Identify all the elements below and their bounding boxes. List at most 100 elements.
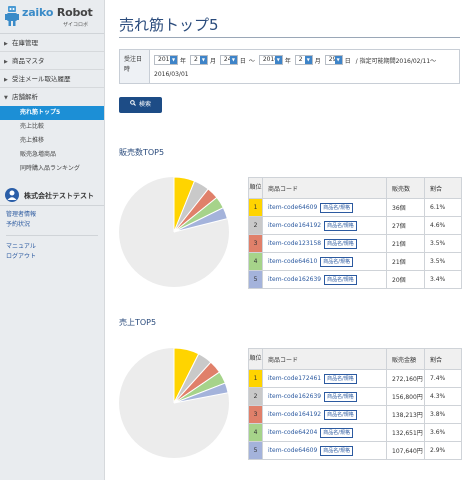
- sales-top5-title: 売上TOP5: [119, 318, 157, 327]
- from-day-select[interactable]: 24 ▼: [219, 55, 238, 65]
- value-cell: 132,651円: [386, 423, 425, 442]
- item-code-cell: item-code64610 商品名/規格: [262, 252, 387, 271]
- item-code-link[interactable]: item-code164192: [268, 222, 321, 229]
- percentage-cell: 3.5%: [424, 252, 462, 271]
- item-code-link[interactable]: item-code64609: [268, 204, 317, 211]
- product-name-spec-button[interactable]: 商品名/規格: [320, 445, 353, 456]
- item-code-link[interactable]: item-code64609: [268, 447, 317, 454]
- logo[interactable]: zaiko Robot ザイコロボ: [0, 0, 104, 33]
- company-block: 株式会社テストテスト: [0, 184, 104, 206]
- value-cell: 27個: [386, 216, 425, 235]
- chevron-right-icon: ▶: [4, 77, 8, 83]
- sidebar-item-product-master[interactable]: ▶ 商品マスタ: [0, 52, 104, 70]
- from-month-select[interactable]: 2 ▼: [189, 55, 208, 65]
- item-code-link[interactable]: item-code172461: [268, 375, 321, 382]
- chevron-right-icon: ▶: [4, 41, 8, 47]
- table-header-row: 順位 商品コード 販売数 割合: [248, 177, 462, 199]
- percentage-cell: 2.9%: [424, 441, 462, 460]
- sidebar-item-inventory[interactable]: ▶ 在庫管理: [0, 34, 104, 52]
- value-cell: 138,213円: [386, 405, 425, 424]
- from-year-select[interactable]: 2016 ▼: [154, 55, 178, 65]
- sidebar-submenu: 売れ筋トップ5 売上比較 売上推移 販売急増商品 同時購入品ランキング: [0, 106, 104, 176]
- rank-cell: 5: [248, 270, 263, 289]
- manual-link[interactable]: マニュアル: [6, 242, 98, 252]
- to-year-select[interactable]: 2016 ▼: [258, 55, 283, 65]
- value-header: 販売数: [386, 177, 425, 199]
- item-code-cell: item-code64204 商品名/規格: [262, 423, 387, 442]
- main-content: 売れ筋トップ5 受注日時 2016 ▼ 年 2 ▼ 月 24 ▼ 日～ 2016 ▼ 年 2 ▼ 月…: [105, 0, 468, 480]
- rank-cell: 5: [248, 441, 263, 460]
- product-name-spec-button[interactable]: 商品名/規格: [324, 220, 357, 231]
- sales-pie-chart: [119, 348, 229, 458]
- item-code-link[interactable]: item-code64204: [268, 429, 317, 436]
- item-code-link[interactable]: item-code162639: [268, 276, 321, 283]
- table-row: 2 item-code164192 商品名/規格 27個 4.6%: [248, 216, 462, 235]
- chevron-down-icon: ▼: [4, 95, 8, 101]
- rank-cell: 3: [248, 234, 263, 253]
- sidebar-nav: ▶ 在庫管理 ▶ 商品マスタ ▶ 受注メール取込履歴 ▼ 店舗解析 売れ筋トップ5 売上…: [0, 33, 104, 176]
- product-name-spec-button[interactable]: 商品名/規格: [324, 409, 357, 420]
- robot-logo-icon: [5, 6, 19, 26]
- item-code-cell: item-code123158 商品名/規格: [262, 234, 387, 253]
- logout-link[interactable]: ログアウト: [6, 252, 98, 262]
- value-cell: 21個: [386, 252, 425, 271]
- product-name-spec-button[interactable]: 商品名/規格: [324, 373, 357, 384]
- rank-cell: 4: [248, 252, 263, 271]
- item-code-link[interactable]: item-code164192: [268, 411, 321, 418]
- percentage-cell: 4.6%: [424, 216, 462, 235]
- company-name: 株式会社テストテスト: [24, 192, 94, 200]
- to-day-select[interactable]: 29 ▼: [324, 55, 343, 65]
- product-name-spec-button[interactable]: 商品名/規格: [320, 202, 353, 213]
- percentage-cell: 4.3%: [424, 387, 462, 406]
- code-header: 商品コード: [262, 348, 387, 370]
- percentage-cell: 7.4%: [424, 369, 462, 388]
- chevron-down-icon: ▼: [304, 56, 312, 64]
- product-name-spec-button[interactable]: 商品名/規格: [324, 391, 357, 402]
- sidebar-subitem-sales-trend[interactable]: 売上推移: [0, 134, 104, 148]
- admin-info-link[interactable]: 管理者情報: [6, 210, 98, 220]
- item-code-cell: item-code164192 商品名/規格: [262, 216, 387, 235]
- product-name-spec-button[interactable]: 商品名/規格: [324, 274, 357, 285]
- product-name-spec-button[interactable]: 商品名/規格: [324, 238, 357, 249]
- item-code-link[interactable]: item-code64610: [268, 258, 317, 265]
- chevron-down-icon: ▼: [199, 56, 207, 64]
- chevron-right-icon: ▶: [4, 59, 8, 65]
- table-row: 2 item-code162639 商品名/規格 156,800円 4.3%: [248, 387, 462, 406]
- date-range-row: 2016 ▼ 年 2 ▼ 月 24 ▼ 日～ 2016 ▼ 年 2 ▼ 月 29 ▼ 日 / 指定可能期…: [154, 55, 438, 65]
- quantity-top5-title: 販売数TOP5: [119, 148, 165, 157]
- table-row: 3 item-code164192 商品名/規格 138,213円 3.8%: [248, 405, 462, 424]
- sidebar-subitem-co-purchase-ranking[interactable]: 同時購入品ランキング: [0, 162, 104, 176]
- percentage-cell: 3.8%: [424, 405, 462, 424]
- rank-cell: 1: [248, 198, 263, 217]
- sales-top5-table: 順位 商品コード 販売金額 割合 1 item-code172461 商品名/規格 2…: [248, 348, 462, 460]
- rank-header: 順位: [248, 177, 263, 199]
- item-code-link[interactable]: item-code123158: [268, 240, 321, 247]
- user-avatar-icon: [5, 188, 19, 202]
- date-filter: 受注日時 2016 ▼ 年 2 ▼ 月 24 ▼ 日～ 2016 ▼ 年 2 ▼ 月 29 ▼ 日 / …: [119, 49, 460, 84]
- table-header-row: 順位 商品コード 販売金額 割合: [248, 348, 462, 370]
- available-range-note: / 指定可能期間2016/02/11～: [355, 57, 437, 65]
- sidebar-subitem-top5[interactable]: 売れ筋トップ5: [0, 106, 104, 120]
- value-header: 販売金額: [386, 348, 425, 370]
- reservation-status-link[interactable]: 予約状況: [6, 220, 98, 230]
- product-name-spec-button[interactable]: 商品名/規格: [320, 256, 353, 267]
- sidebar-subitem-surging-products[interactable]: 販売急増商品: [0, 148, 104, 162]
- search-icon: [130, 97, 136, 113]
- item-code-cell: item-code162639 商品名/規格: [262, 270, 387, 289]
- search-button[interactable]: 検索: [119, 97, 162, 113]
- value-cell: 20個: [386, 270, 425, 289]
- to-month-select[interactable]: 2 ▼: [294, 55, 313, 65]
- sidebar-item-order-mail-history[interactable]: ▶ 受注メール取込履歴: [0, 70, 104, 88]
- rank-cell: 4: [248, 423, 263, 442]
- pct-header: 割合: [424, 177, 462, 199]
- item-code-cell: item-code172461 商品名/規格: [262, 369, 387, 388]
- sidebar-item-store-analysis[interactable]: ▼ 店舗解析: [0, 88, 104, 106]
- percentage-cell: 3.5%: [424, 234, 462, 253]
- item-code-link[interactable]: item-code162639: [268, 393, 321, 400]
- table-row: 4 item-code64610 商品名/規格 21個 3.5%: [248, 252, 462, 271]
- pct-header: 割合: [424, 348, 462, 370]
- product-name-spec-button[interactable]: 商品名/規格: [320, 427, 353, 438]
- value-cell: 107,640円: [386, 441, 425, 460]
- page-title: 売れ筋トップ5: [119, 16, 219, 34]
- sidebar-subitem-sales-compare[interactable]: 売上比較: [0, 120, 104, 134]
